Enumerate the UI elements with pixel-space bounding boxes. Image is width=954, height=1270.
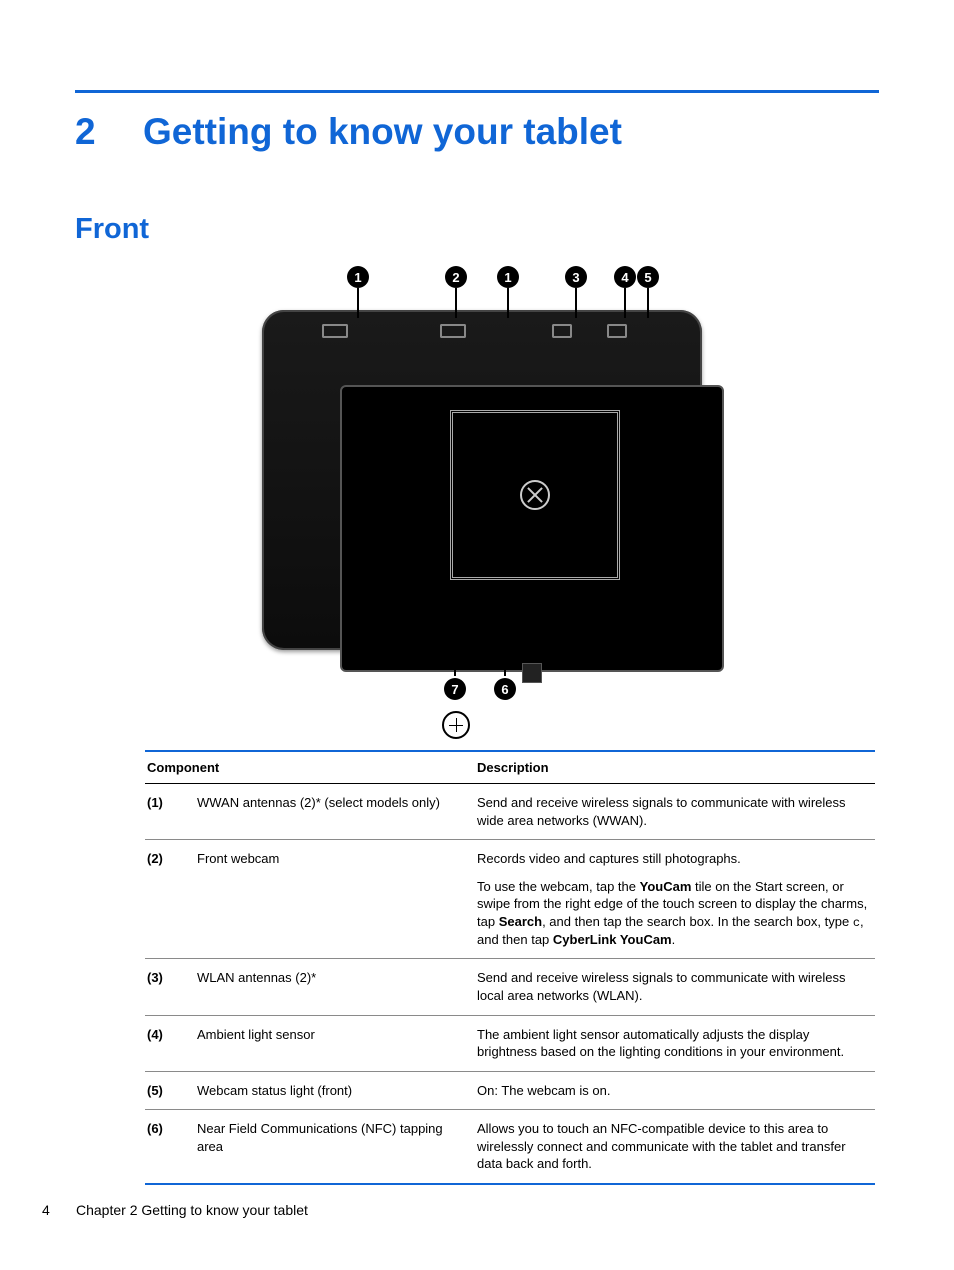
callout-1: 1: [347, 266, 369, 288]
row-num: (6): [145, 1110, 195, 1184]
row-description: On: The webcam is on.: [475, 1071, 875, 1110]
top-rule: [75, 90, 879, 93]
chapter-title-text: Getting to know your tablet: [143, 111, 622, 152]
row-num: (5): [145, 1071, 195, 1110]
table-row: (4)Ambient light sensorThe ambient light…: [145, 1015, 875, 1071]
callout-6: 6: [494, 678, 516, 700]
row-description: Records video and captures still photogr…: [475, 840, 875, 959]
header-component: Component: [145, 751, 475, 784]
callout-1b: 1: [497, 266, 519, 288]
row-component: WLAN antennas (2)*: [195, 959, 475, 1015]
row-component: WWAN antennas (2)* (select models only): [195, 784, 475, 840]
nfc-center-icon: [520, 480, 550, 510]
callout-5: 5: [637, 266, 659, 288]
tablet-body: [262, 310, 702, 650]
section-title: Front: [75, 213, 879, 246]
callout-4: 4: [614, 266, 636, 288]
row-description: Send and receive wireless signals to com…: [475, 959, 875, 1015]
row-component: Near Field Communications (NFC) tapping …: [195, 1110, 475, 1184]
callout-7: 7: [444, 678, 466, 700]
row-description: Allows you to touch an NFC-compatible de…: [475, 1110, 875, 1184]
row-num: (1): [145, 784, 195, 840]
header-description: Description: [475, 751, 875, 784]
table-row: (3)WLAN antennas (2)*Send and receive wi…: [145, 959, 875, 1015]
table-row: (5)Webcam status light (front)On: The we…: [145, 1071, 875, 1110]
page-number: 4: [42, 1202, 76, 1218]
row-num: (3): [145, 959, 195, 1015]
globe-icon: [442, 711, 470, 739]
callout-3: 3: [565, 266, 587, 288]
tablet-front-diagram: 1 2 1 3 4 5: [217, 260, 737, 740]
footer-text: Chapter 2 Getting to know your tablet: [76, 1202, 308, 1218]
row-description: The ambient light sensor automatically a…: [475, 1015, 875, 1071]
row-component: Front webcam: [195, 840, 475, 959]
diagram-wrap: 1 2 1 3 4 5: [75, 260, 879, 740]
row-component: Ambient light sensor: [195, 1015, 475, 1071]
table-row: (1)WWAN antennas (2)* (select models onl…: [145, 784, 875, 840]
component-table: Component Description (1)WWAN antennas (…: [145, 750, 875, 1185]
chapter-title: 2Getting to know your tablet: [75, 111, 879, 153]
callout-2: 2: [445, 266, 467, 288]
row-component: Webcam status light (front): [195, 1071, 475, 1110]
windows-button: [522, 663, 542, 683]
table-row: (2)Front webcamRecords video and capture…: [145, 840, 875, 959]
row-num: (4): [145, 1015, 195, 1071]
row-num: (2): [145, 840, 195, 959]
table-row: (6)Near Field Communications (NFC) tappi…: [145, 1110, 875, 1184]
nfc-tap-area: [450, 410, 620, 580]
page-footer: 4Chapter 2 Getting to know your tablet: [42, 1202, 308, 1218]
row-description: Send and receive wireless signals to com…: [475, 784, 875, 840]
chapter-number: 2: [75, 111, 143, 153]
